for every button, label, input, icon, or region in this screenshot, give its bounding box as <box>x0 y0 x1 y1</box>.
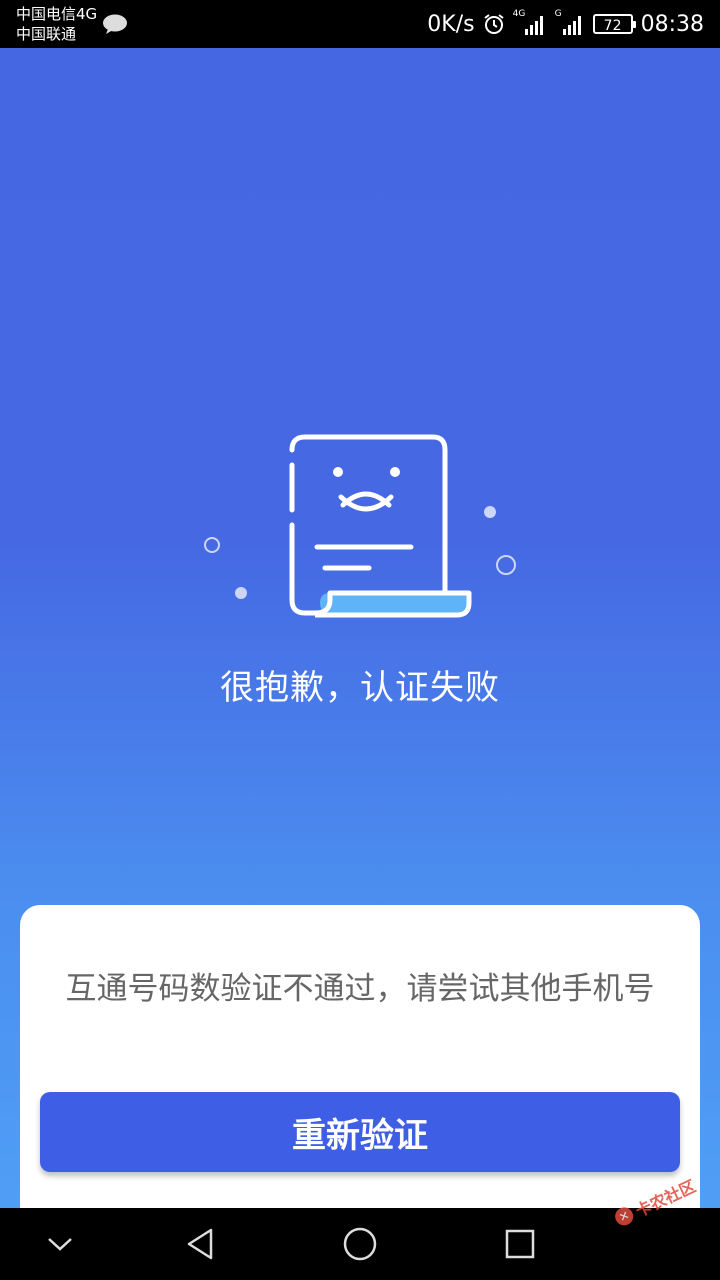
navigation-bar <box>0 1208 720 1280</box>
recents-icon <box>505 1229 535 1259</box>
fail-title: 很抱歉，认证失败 <box>220 668 500 708</box>
status-bar: 中国电信4G 中国联通 0K/s 4G G 72 08:38 <box>0 0 720 48</box>
back-icon <box>187 1228 213 1260</box>
net-speed: 0K/s <box>427 11 475 37</box>
document-fail-icon <box>204 434 516 618</box>
clock: 08:38 <box>640 11 704 37</box>
back-button[interactable] <box>170 1208 230 1280</box>
screen: 中国电信4G 中国联通 0K/s 4G G 72 08:38 很抱歉，认证失败 … <box>0 0 720 1208</box>
carrier-info: 中国电信4G 中国联通 <box>16 4 97 44</box>
collapse-button[interactable] <box>30 1208 90 1280</box>
net-type-2: G <box>554 9 562 19</box>
carrier-1: 中国电信4G <box>16 5 98 23</box>
home-button[interactable] <box>330 1208 390 1280</box>
signal-icon-2: G <box>555 9 585 35</box>
retry-button[interactable]: 重新验证 <box>40 1092 680 1172</box>
net-type-1: 4G <box>512 9 526 19</box>
alarm-icon <box>483 14 504 34</box>
carrier-2: 中国联通 <box>16 25 77 43</box>
battery-icon: 72 <box>592 14 636 34</box>
result-card: 互通号码数验证不通过，请尝试其他手机号 重新验证 <box>20 905 700 1208</box>
signal-icon: 4G <box>513 9 547 35</box>
home-icon <box>343 1227 377 1261</box>
status-right: 0K/s 4G G 72 08:38 <box>427 0 704 48</box>
recents-button[interactable] <box>490 1208 550 1280</box>
collapse-icon <box>48 1238 72 1251</box>
message-icon <box>103 14 127 34</box>
fail-message: 互通号码数验证不通过，请尝试其他手机号 <box>65 971 655 1007</box>
